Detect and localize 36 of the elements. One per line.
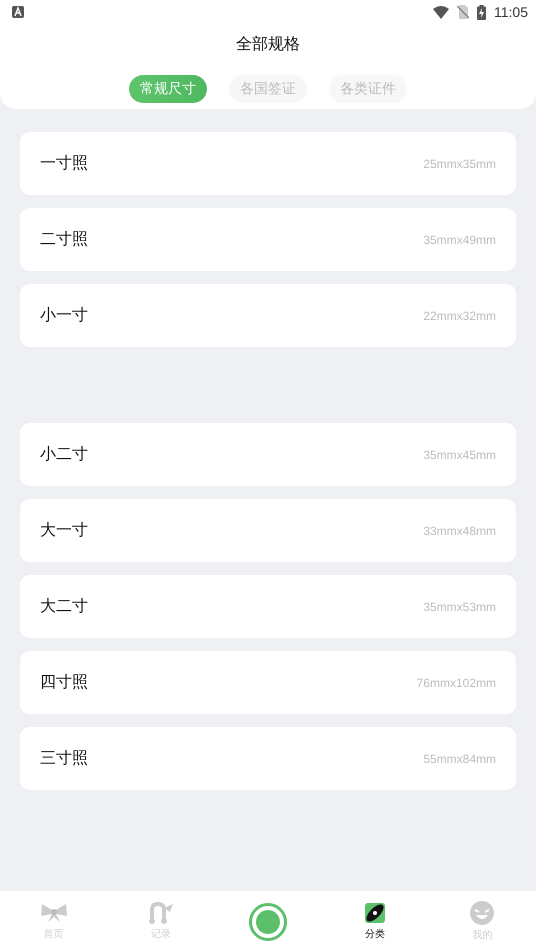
music-note-icon — [148, 902, 174, 924]
page-title: 全部规格 — [235, 34, 301, 55]
spec-name: 小二寸 — [40, 444, 88, 465]
capture-button[interactable] — [249, 902, 287, 940]
spec-size: 35mmx45mm — [423, 448, 496, 462]
bow-icon — [40, 902, 68, 924]
spec-card[interactable]: 四寸照 76mmx102mm — [20, 651, 516, 714]
spec-name: 四寸照 — [40, 672, 88, 693]
spec-size: 55mmx84mm — [423, 752, 496, 766]
spec-card[interactable]: 大二寸 35mmx53mm — [20, 575, 516, 638]
spec-name: 二寸照 — [40, 229, 88, 250]
spec-card[interactable]: 一寸照 25mmx35mm — [20, 132, 516, 195]
spec-name: 小一寸 — [40, 305, 88, 326]
spec-name: 一寸照 — [40, 153, 88, 174]
laughing-face-icon — [470, 901, 494, 925]
spec-card[interactable]: 大一寸 33mmx48mm — [20, 499, 516, 562]
spec-card[interactable]: 小二寸 35mmx45mm — [20, 423, 516, 486]
planet-icon — [364, 902, 386, 924]
spec-card[interactable]: 二寸照 35mmx49mm — [20, 208, 516, 271]
spec-size: 22mmx32mm — [423, 308, 496, 322]
wifi-icon — [433, 6, 449, 18]
spec-card[interactable]: 小一寸 22mmx32mm — [20, 284, 516, 347]
spec-size: 35mmx53mm — [423, 600, 496, 614]
spec-size: 76mmx102mm — [416, 676, 496, 690]
spec-name: 大二寸 — [40, 596, 88, 617]
notification-icon — [12, 6, 24, 18]
spec-card[interactable]: 三寸照 55mmx84mm — [20, 727, 516, 790]
no-sim-icon — [457, 5, 469, 19]
nav-tab[interactable]: 分类 — [322, 902, 429, 941]
spec-size: 33mmx48mm — [423, 524, 496, 538]
status-time: 11:05 — [494, 4, 528, 20]
battery-charging-icon — [477, 4, 486, 20]
spec-size: 25mmx35mm — [423, 156, 496, 170]
spec-name: 三寸照 — [40, 748, 88, 769]
spec-size: 35mmx49mm — [423, 232, 496, 246]
spec-name: 大一寸 — [40, 520, 88, 541]
